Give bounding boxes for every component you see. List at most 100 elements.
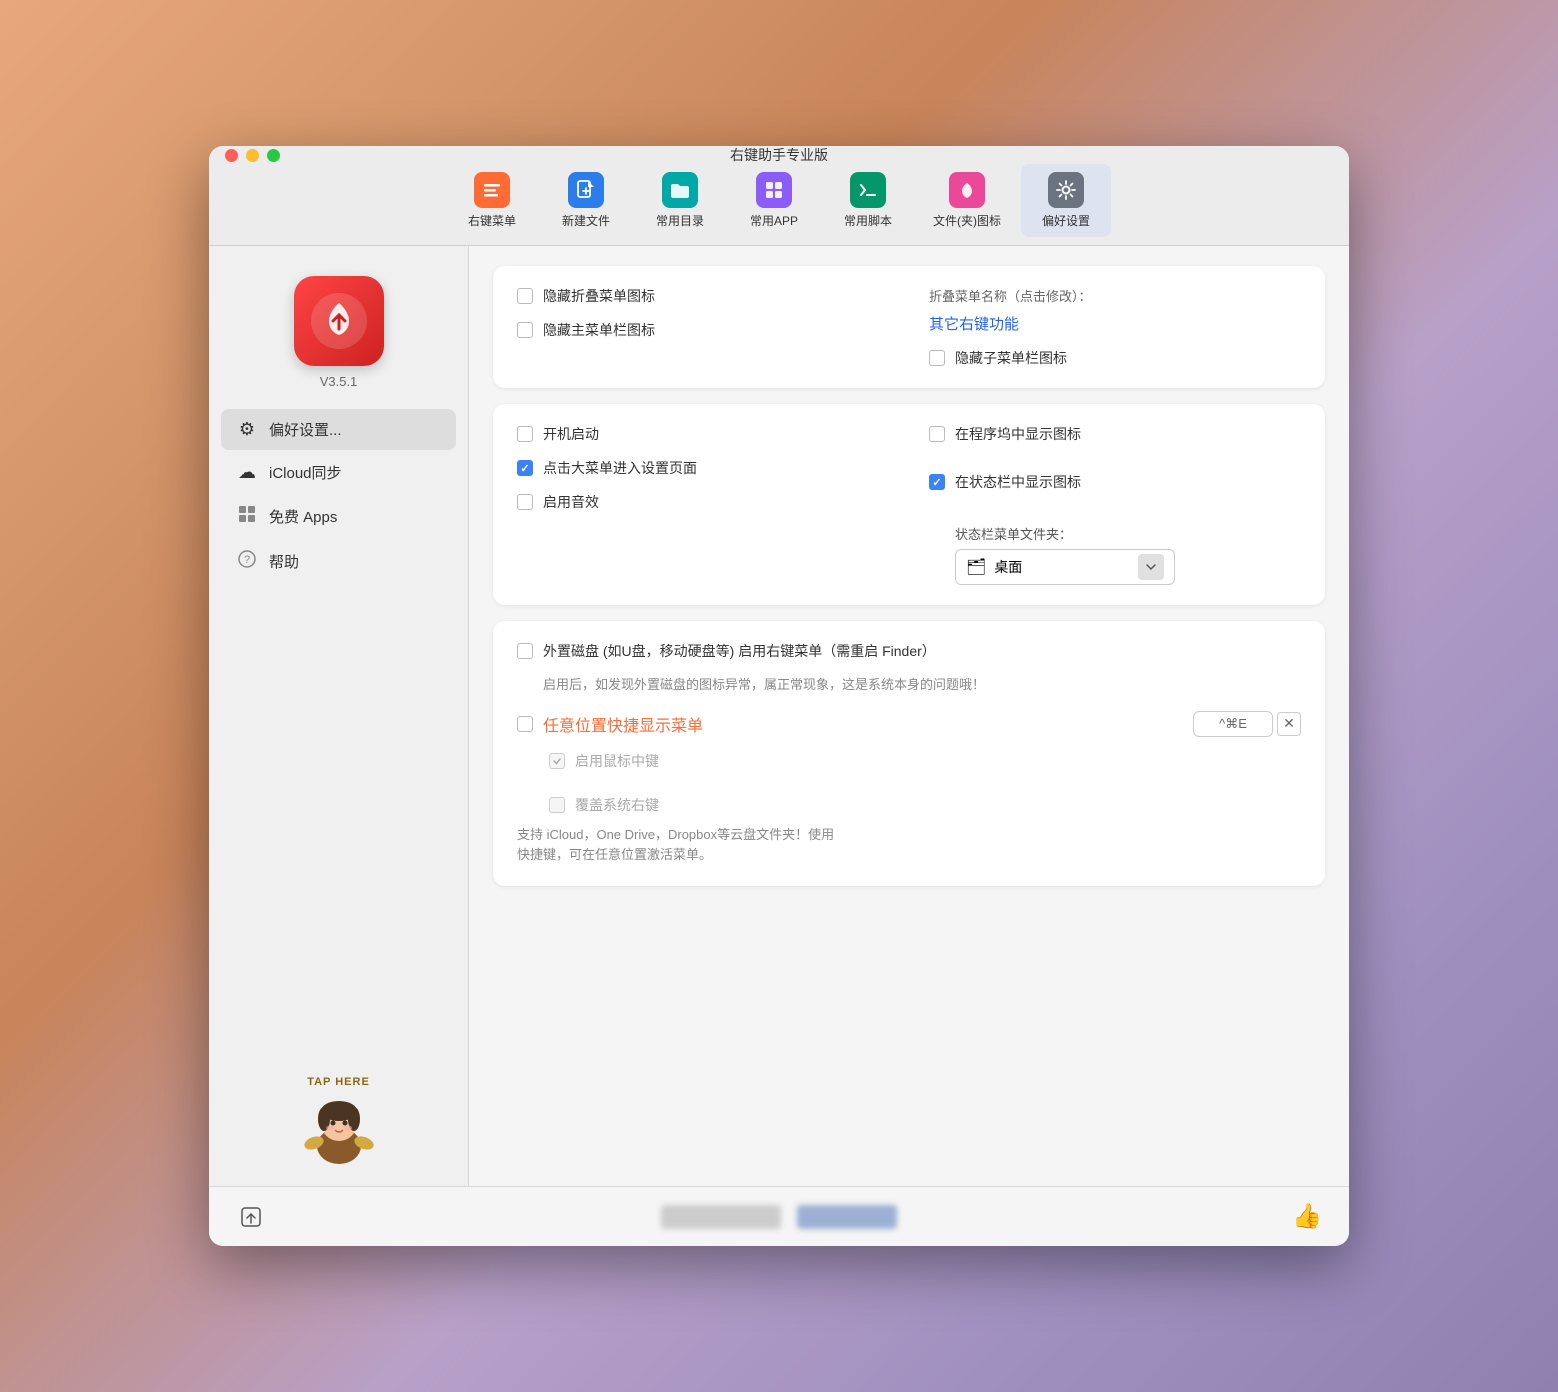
titlebar-top: 右键助手专业版 [209, 146, 1349, 164]
sidebar-item-free-apps-label: 免费 Apps [269, 506, 337, 527]
statusbar-folder-label: 状态栏菜单文件夹： [955, 524, 1301, 543]
toolbar-item-file-icon[interactable]: 文件(夹)图标 [917, 164, 1017, 237]
shortcut-box: ^⌘E ✕ [1193, 711, 1301, 737]
startup-settings-right: 在程序坞中显示图标 在状态栏中显示图标 状态栏菜单文件夹： 🗂 桌面 [909, 424, 1301, 585]
toolbar-item-common-app[interactable]: 常用APP [729, 164, 819, 237]
sidebar-item-help-label: 帮助 [269, 551, 299, 572]
toolbar-item-right-menu-label: 右键菜单 [468, 212, 516, 229]
toolbar-item-right-menu[interactable]: 右键菜单 [447, 164, 537, 237]
window-title: 右键助手专业版 [730, 146, 828, 165]
external-drives-checkbox[interactable] [517, 643, 533, 659]
tap-here-decoration[interactable]: TAP HERE [284, 1076, 394, 1166]
shortcut-clear-button[interactable]: ✕ [1277, 712, 1301, 736]
show-dock-label: 在程序坞中显示图标 [955, 424, 1081, 444]
bottom-center [279, 1205, 1279, 1229]
override-right-click-row: 覆盖系统右键 [549, 795, 1301, 815]
toolbar-item-common-script-label: 常用脚本 [844, 212, 892, 229]
startup-settings-left: 开机启动 点击大菜单进入设置页面 启用音效 [517, 424, 909, 585]
startup-checkbox[interactable] [517, 426, 533, 442]
card-startup-settings: 开机启动 点击大菜单进入设置页面 启用音效 [493, 404, 1325, 605]
right-menu-icon [474, 172, 510, 208]
hide-main-icon-checkbox[interactable] [517, 322, 533, 338]
startup-label: 开机启动 [543, 424, 599, 444]
click-menu-label: 点击大菜单进入设置页面 [543, 458, 697, 478]
hide-submenu-icon-row: 隐藏子菜单栏图标 [929, 348, 1301, 368]
toolbar-item-common-dir[interactable]: 常用目录 [635, 164, 725, 237]
hide-settings-right: 折叠菜单名称（点击修改）： 其它右键功能 隐藏子菜单栏图标 [909, 286, 1301, 368]
hide-main-icon-label: 隐藏主菜单栏图标 [543, 320, 655, 340]
mouse-middle-checkbox[interactable] [549, 753, 565, 769]
toolbar-item-new-file-label: 新建文件 [562, 212, 610, 229]
maximize-button[interactable] [267, 149, 280, 162]
file-icon-icon [949, 172, 985, 208]
app-icon-svg [311, 293, 367, 349]
preferences-icon [1048, 172, 1084, 208]
blurred-info-1 [661, 1205, 781, 1229]
window-controls [225, 149, 280, 162]
mouse-middle-label: 启用鼠标中键 [575, 751, 659, 771]
app-icon-container: V3.5.1 [294, 276, 384, 389]
statusbar-folder-select[interactable]: 🗂 桌面 [955, 549, 1175, 585]
card-hide-settings: 隐藏折叠菜单图标 隐藏主菜单栏图标 折叠菜单名称（点击修改）： 其它右键功能 [493, 266, 1325, 388]
like-button[interactable]: 👍 [1289, 1199, 1325, 1235]
show-statusbar-label: 在状态栏中显示图标 [955, 472, 1081, 492]
sidebar-item-preferences-label: 偏好设置... [269, 419, 342, 440]
fold-name-link[interactable]: 其它右键功能 [929, 313, 1301, 334]
shortcut-value: ^⌘E [1219, 716, 1247, 731]
sidebar-item-help[interactable]: ? 帮助 [221, 540, 456, 583]
toolbar-item-common-dir-label: 常用目录 [656, 212, 704, 229]
chibi-character [294, 1091, 384, 1166]
app-window: 右键助手专业版 右键菜单新建文件常用目录常用APP常用脚本文件(夹)图标偏好设置… [209, 146, 1349, 1246]
app-icon [294, 276, 384, 366]
hide-fold-icon-checkbox[interactable] [517, 288, 533, 304]
export-button[interactable] [233, 1199, 269, 1235]
support-text-line1: 支持 iCloud，One Drive，Dropbox等云盘文件夹！使用 [517, 827, 834, 842]
svg-text:?: ? [244, 554, 250, 566]
card-external-quick: 外置磁盘 (如U盘，移动硬盘等) 启用右键菜单（需重启 Finder） 启用后，… [493, 621, 1325, 886]
sidebar-nav: ⚙ 偏好设置... ☁ iCloud同步 免费 Apps ? [221, 409, 456, 583]
toolbar-item-preferences[interactable]: 偏好设置 [1021, 164, 1111, 237]
content-area: 隐藏折叠菜单图标 隐藏主菜单栏图标 折叠菜单名称（点击修改）： 其它右键功能 [469, 246, 1349, 1186]
shortcut-input[interactable]: ^⌘E [1193, 711, 1273, 737]
click-menu-checkbox[interactable] [517, 460, 533, 476]
quick-menu-checkbox[interactable] [517, 716, 533, 732]
fold-name-section: 折叠菜单名称（点击修改）： 其它右键功能 [929, 286, 1301, 334]
apps-icon [235, 505, 259, 528]
quick-menu-row: 任意位置快捷显示菜单 ^⌘E ✕ [517, 711, 1301, 737]
bottom-bar: 👍 [209, 1186, 1349, 1246]
statusbar-folder-section: 状态栏菜单文件夹： 🗂 桌面 [929, 520, 1301, 585]
quick-menu-label: 任意位置快捷显示菜单 [543, 712, 703, 736]
startup-settings-grid: 开机启动 点击大菜单进入设置页面 启用音效 [517, 424, 1301, 585]
mouse-middle-row: 启用鼠标中键 [549, 751, 1301, 771]
support-text-line2: 快捷键，可在任意位置激活菜单。 [517, 847, 712, 862]
sound-row: 启用音效 [517, 492, 909, 512]
export-icon [240, 1206, 262, 1228]
minimize-button[interactable] [246, 149, 259, 162]
sidebar-item-free-apps[interactable]: 免费 Apps [221, 495, 456, 538]
titlebar: 右键助手专业版 右键菜单 新建文件 常用目录 常用APP 常用脚本 文件(夹)图标偏好设置 [209, 146, 1349, 246]
blurred-info-2 [797, 1205, 897, 1229]
sidebar-item-icloud[interactable]: ☁ iCloud同步 [221, 452, 456, 493]
folder-icon: 🗂 [966, 557, 986, 577]
fold-name-title: 折叠菜单名称（点击修改）： [929, 286, 1301, 305]
toolbar-item-common-script[interactable]: 常用脚本 [823, 164, 913, 237]
show-statusbar-row: 在状态栏中显示图标 [929, 472, 1301, 492]
external-drives-label: 外置磁盘 (如U盘，移动硬盘等) 启用右键菜单（需重启 Finder） [543, 641, 936, 661]
cloud-icon: ☁ [235, 462, 259, 483]
sound-checkbox[interactable] [517, 494, 533, 510]
hide-settings-grid: 隐藏折叠菜单图标 隐藏主菜单栏图标 折叠菜单名称（点击修改）： 其它右键功能 [517, 286, 1301, 368]
toolbar-item-common-app-label: 常用APP [750, 212, 798, 229]
help-icon: ? [235, 550, 259, 573]
show-dock-row: 在程序坞中显示图标 [929, 424, 1301, 444]
override-right-click-checkbox[interactable] [549, 797, 565, 813]
external-drives-note: 启用后，如发现外置磁盘的图标异常，属正常现象，这是系统本身的问题哦！ [517, 675, 1301, 695]
gear-icon: ⚙ [235, 419, 259, 440]
close-button[interactable] [225, 149, 238, 162]
startup-row: 开机启动 [517, 424, 909, 444]
show-statusbar-checkbox[interactable] [929, 474, 945, 490]
hide-submenu-icon-label: 隐藏子菜单栏图标 [955, 348, 1067, 368]
show-dock-checkbox[interactable] [929, 426, 945, 442]
hide-submenu-icon-checkbox[interactable] [929, 350, 945, 366]
sidebar-item-preferences[interactable]: ⚙ 偏好设置... [221, 409, 456, 450]
toolbar-item-new-file[interactable]: 新建文件 [541, 164, 631, 237]
